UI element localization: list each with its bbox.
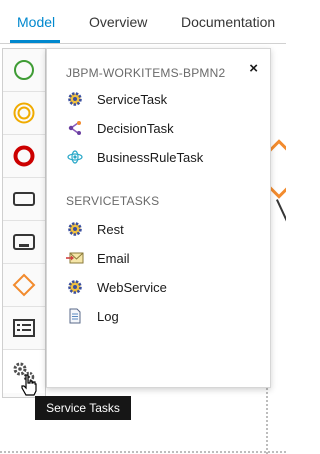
palette-intermediate-event[interactable] [3,92,45,135]
canvas-guide-line [0,451,286,453]
palette-subprocess[interactable] [3,221,45,264]
palette-entry-log[interactable]: Log [66,305,256,327]
lane-icon [13,319,35,337]
decision-icon [66,119,84,137]
document-icon [66,307,84,325]
hand-cursor-icon [21,374,37,396]
palette-entry-rest[interactable]: Rest [66,218,256,240]
process-designer: Model Overview Documentation Service Tas… [0,0,286,454]
entry-label: ServiceTask [97,91,168,107]
start-event-icon [14,60,34,80]
palette-entry-email[interactable]: Email [66,247,256,269]
subprocess-icon [13,234,35,250]
palette-entry-businessruletask[interactable]: BusinessRuleTask [66,146,256,168]
entry-label: BusinessRuleTask [97,149,204,165]
palette-start-event[interactable] [3,49,45,92]
gateway-icon [12,273,36,297]
intermediate-event-icon [13,102,35,124]
gear-icon [66,278,84,296]
tab-overview[interactable]: Overview [89,14,147,30]
email-icon [66,249,84,267]
active-tab-indicator [10,40,60,43]
palette-entry-decisiontask[interactable]: DecisionTask [66,117,256,139]
business-rule-icon [66,148,84,166]
palette-task[interactable] [3,178,45,221]
gear-icon [66,90,84,108]
gear-icon [66,220,84,238]
group-title-jbpm: JBPM-WORKITEMS-BPMN2 [66,66,226,80]
close-button[interactable]: × [249,60,258,77]
tab-bar: Model Overview Documentation [0,0,286,44]
end-event-icon [13,145,35,167]
palette-tooltip: Service Tasks [35,396,131,420]
entry-label: Email [97,250,130,266]
entry-label: WebService [97,279,167,295]
tab-documentation[interactable]: Documentation [181,14,275,30]
group-title-servicetasks: SERVICETASKS [66,194,160,208]
palette-toolbar [2,48,46,398]
palette-entry-servicetask[interactable]: ServiceTask [66,88,256,110]
service-tasks-flyout: × JBPM-WORKITEMS-BPMN2 ServiceTask Decis… [46,48,271,388]
palette-end-event[interactable] [3,135,45,178]
palette-lane[interactable] [3,307,45,350]
task-icon [13,192,35,206]
entry-label: Log [97,308,119,324]
tab-model[interactable]: Model [17,14,55,30]
entry-label: DecisionTask [97,120,174,136]
palette-gateway[interactable] [3,264,45,307]
palette-entry-webservice[interactable]: WebService [66,276,256,298]
entry-label: Rest [97,221,124,237]
